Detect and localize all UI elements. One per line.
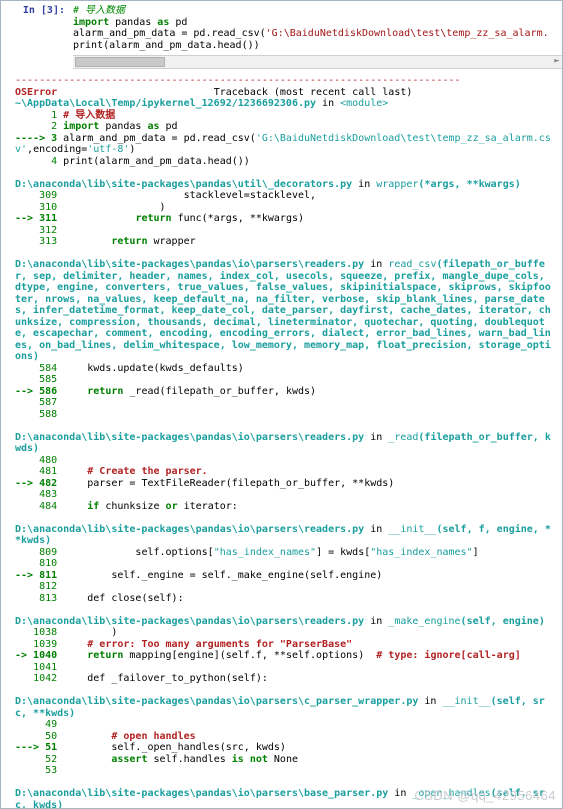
error-name: OSError: [15, 87, 57, 98]
watermark: CSDN @qq_42956464: [414, 789, 556, 804]
frame-path: D:\anaconda\lib\site-packages\pandas\io\…: [15, 432, 364, 443]
frame-path: D:\anaconda\lib\site-packages\pandas\io\…: [15, 524, 364, 535]
hr: ----------------------------------------…: [15, 75, 461, 86]
horizontal-scrollbar[interactable]: ◄ ►: [73, 55, 562, 69]
scroll-thumb[interactable]: [75, 57, 165, 67]
frame-path: D:\anaconda\lib\site-packages\pandas\uti…: [15, 179, 352, 190]
kw-import: import: [73, 17, 109, 28]
frame-path: D:\anaconda\lib\site-packages\pandas\io\…: [15, 696, 418, 707]
prompt-label: In [3]:: [23, 5, 65, 16]
notebook-cell-output: In [3]: # 导入数据 import pandas as pd alarm…: [0, 0, 563, 809]
frame-path: D:\anaconda\lib\site-packages\pandas\io\…: [15, 788, 388, 799]
source-code: # 导入数据 import pandas as pd alarm_and_pm_…: [73, 5, 562, 53]
scroll-right-icon[interactable]: ►: [551, 56, 563, 66]
code-area[interactable]: # 导入数据 import pandas as pd alarm_and_pm_…: [73, 1, 562, 75]
tb-label: Traceback (most recent call last): [214, 87, 413, 98]
traceback-output: ----------------------------------------…: [1, 75, 562, 809]
comment: # 导入数据: [73, 5, 125, 16]
code-cell: In [3]: # 导入数据 import pandas as pd alarm…: [1, 1, 562, 75]
input-prompt: In [3]:: [1, 1, 73, 75]
frame-path: D:\anaconda\lib\site-packages\pandas\io\…: [15, 259, 364, 270]
frame-path: D:\anaconda\lib\site-packages\pandas\io\…: [15, 616, 364, 627]
arrow: ----> 3: [15, 133, 63, 144]
frame-path: ~\AppData\Local\Temp/ipykernel_12692/123…: [15, 98, 316, 109]
